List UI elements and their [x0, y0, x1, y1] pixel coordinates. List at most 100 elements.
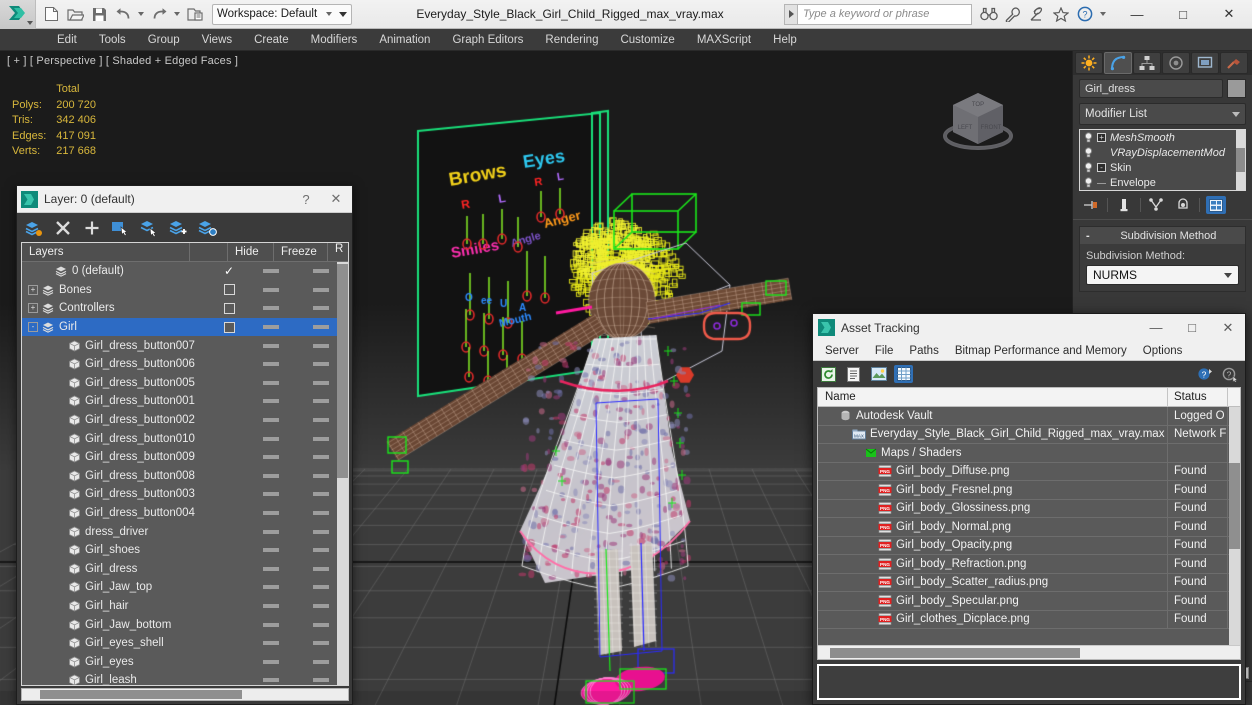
asset-row[interactable]: PNG Girl_clothes_Dicplace.png Found [818, 610, 1240, 629]
asset-row[interactable]: PNG Girl_body_Opacity.png Found [818, 536, 1240, 555]
close-button[interactable]: ✕ [1206, 0, 1252, 29]
asset-row[interactable]: PNG Girl_body_Refraction.png Found [818, 554, 1240, 574]
layer-freeze-cell[interactable] [248, 585, 294, 590]
layer-freeze-cell[interactable] [248, 325, 294, 330]
wrench-icon[interactable] [1002, 4, 1023, 25]
layer-row[interactable]: Girl_dress [22, 560, 348, 579]
asset-menu-server[interactable]: Server [817, 343, 867, 359]
layer-row[interactable]: Girl_leash [22, 671, 348, 685]
column-blank[interactable] [190, 243, 228, 262]
display-tab[interactable] [1191, 52, 1219, 74]
layer-dialog-help-button[interactable]: ? [294, 188, 318, 210]
binoculars-icon[interactable] [978, 4, 999, 25]
lightbulb-icon[interactable] [1084, 177, 1093, 188]
asset-menu-paths[interactable]: Paths [901, 343, 946, 359]
layer-hide-cell[interactable]: ✓ [210, 265, 248, 277]
layer-freeze-cell[interactable] [248, 287, 294, 292]
layer-freeze-cell[interactable] [248, 399, 294, 404]
make-unique-icon[interactable] [1147, 196, 1167, 214]
layer-expander[interactable]: - [28, 322, 38, 333]
asset-row[interactable]: PNG Girl_body_Fresnel.png Found [818, 480, 1240, 500]
layer-freeze-cell[interactable] [248, 548, 294, 553]
refresh-icon[interactable] [819, 365, 838, 383]
create-tab[interactable] [1075, 52, 1103, 74]
scrollbar-thumb[interactable] [40, 690, 242, 699]
layer-freeze-cell[interactable] [248, 455, 294, 460]
asset-close-button[interactable]: ✕ [1213, 315, 1243, 340]
modifier-stack-scrollbar[interactable] [1236, 130, 1245, 190]
menu-item-maxscript[interactable]: MAXScript [686, 31, 762, 49]
layer-freeze-cell[interactable] [248, 473, 294, 478]
redo-icon[interactable] [148, 3, 170, 25]
hierarchy-tab[interactable] [1133, 52, 1161, 74]
new-layer-icon[interactable] [81, 217, 102, 238]
layer-expander[interactable]: + [28, 284, 38, 295]
add-selection-to-layer-icon[interactable] [139, 217, 160, 238]
maximize-button[interactable]: □ [1160, 0, 1206, 29]
asset-row[interactable]: MAX Everyday_Style_Black_Girl_Child_Rigge… [818, 425, 1240, 444]
layer-row[interactable]: Girl_dress_button004 [22, 504, 348, 523]
asset-row[interactable]: PNG Girl_body_Specular.png Found [818, 591, 1240, 611]
rollout-collapse-icon[interactable]: - [1086, 230, 1090, 242]
select-highlighted-objects-icon[interactable] [197, 217, 218, 238]
lightbulb-icon[interactable] [1084, 162, 1093, 173]
layer-row[interactable]: Girl_dress_button007 [22, 336, 348, 355]
modifier-stack-item[interactable]: - Skin [1080, 160, 1245, 175]
help-pointer-icon[interactable]: ? [1220, 365, 1239, 383]
layer-freeze-cell[interactable] [248, 659, 294, 664]
lightbulb-icon[interactable] [1084, 132, 1093, 143]
modifier-expander[interactable]: + [1097, 133, 1106, 142]
layer-row[interactable]: Girl_Jaw_bottom [22, 615, 348, 634]
layer-row[interactable]: Girl_dress_button009 [22, 448, 348, 467]
asset-maximize-button[interactable]: □ [1177, 315, 1207, 340]
modifier-list-dropdown[interactable]: Modifier List [1079, 103, 1246, 125]
asset-row[interactable]: PNG Girl_body_Normal.png Found [818, 517, 1240, 537]
layer-list-hscrollbar[interactable] [21, 688, 349, 701]
layer-row[interactable]: Girl_dress_button003 [22, 485, 348, 504]
asset-row[interactable]: Autodesk Vault Logged O [818, 407, 1240, 426]
workspace-chevron-down-icon[interactable] [339, 11, 347, 17]
satellite-icon[interactable] [1026, 4, 1047, 25]
column-status[interactable]: Status [1168, 388, 1228, 407]
asset-menu-file[interactable]: File [867, 343, 902, 359]
menu-item-help[interactable]: Help [762, 31, 808, 49]
menu-item-edit[interactable]: Edit [46, 31, 88, 49]
layer-row[interactable]: 0 (default) ✓ [22, 262, 348, 281]
open-file-icon[interactable] [64, 3, 86, 25]
layer-freeze-cell[interactable] [248, 436, 294, 441]
scrollbar-thumb[interactable] [1229, 463, 1240, 549]
modifier-stack-item[interactable]: Envelope [1080, 175, 1245, 190]
checkbox[interactable] [223, 284, 235, 296]
layer-row[interactable]: Girl_hair [22, 597, 348, 616]
help-question-icon[interactable]: ? [1195, 365, 1214, 383]
layer-freeze-cell[interactable] [248, 492, 294, 497]
layer-row[interactable]: + Bones [22, 281, 348, 300]
scrollbar-thumb[interactable] [1236, 148, 1245, 172]
set-current-layer-icon[interactable] [23, 217, 44, 238]
app-logo-button[interactable] [0, 0, 36, 29]
column-hide[interactable]: Hide [228, 243, 274, 262]
set-project-folder-icon[interactable] [184, 3, 206, 25]
menu-item-group[interactable]: Group [137, 31, 191, 49]
menu-item-tools[interactable]: Tools [88, 31, 137, 49]
workspace-split-icon[interactable] [326, 12, 332, 16]
menu-item-modifiers[interactable]: Modifiers [300, 31, 369, 49]
layer-freeze-cell[interactable] [248, 343, 294, 348]
minimize-button[interactable]: — [1114, 0, 1160, 29]
layer-row[interactable]: Girl_dress_button010 [22, 429, 348, 448]
delete-layer-icon[interactable] [52, 217, 73, 238]
menu-item-customize[interactable]: Customize [609, 31, 685, 49]
motion-tab[interactable] [1162, 52, 1190, 74]
search-input[interactable]: Type a keyword or phrase [797, 3, 972, 25]
asset-dialog-titlebar[interactable]: Asset Tracking — □ ✕ [813, 314, 1245, 341]
asset-row[interactable]: PNG Girl_body_Diffuse.png Found [818, 462, 1240, 481]
object-color-swatch[interactable] [1227, 79, 1246, 98]
asset-menu-bitmap-performance-and-memory[interactable]: Bitmap Performance and Memory [947, 343, 1135, 359]
asset-list[interactable]: Name Status Autodesk Vault Logged O MAX Eve… [817, 387, 1241, 660]
menu-item-rendering[interactable]: Rendering [534, 31, 609, 49]
configure-modifier-sets-icon[interactable] [1206, 196, 1226, 214]
asset-list-vscrollbar[interactable] [1229, 407, 1240, 645]
menu-item-animation[interactable]: Animation [368, 31, 441, 49]
layer-row[interactable]: + Controllers [22, 299, 348, 318]
layer-freeze-cell[interactable] [248, 418, 294, 423]
